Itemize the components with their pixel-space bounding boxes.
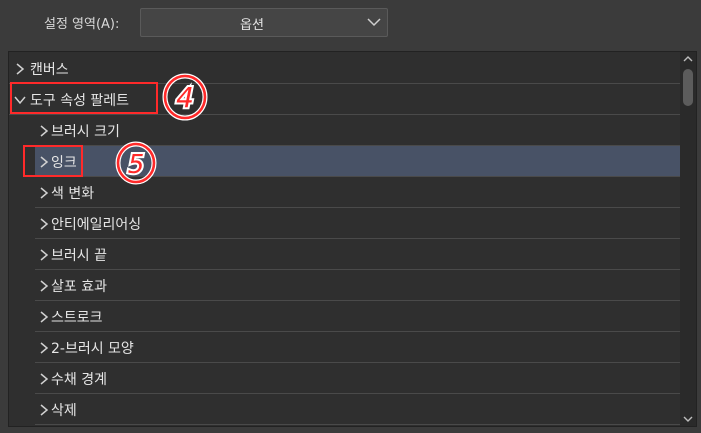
annotation-number-5: 5 5	[115, 141, 157, 185]
annotation-box-ink	[23, 145, 83, 177]
tree-item[interactable]: 스트로크	[35, 301, 681, 332]
svg-text:5: 5	[128, 150, 145, 180]
chevron-right-icon[interactable]	[38, 249, 50, 261]
vertical-scrollbar[interactable]	[680, 52, 696, 426]
setting-area-select[interactable]: 옵션	[140, 8, 388, 37]
tree-item[interactable]: 살포 효과	[35, 270, 681, 301]
chevron-right-icon[interactable]	[38, 125, 50, 137]
tree-item-label: 브러시 크기	[51, 124, 120, 140]
annotation-box-tool-property-palette	[10, 82, 158, 114]
chevron-right-icon[interactable]	[38, 280, 50, 292]
tree-item[interactable]: 안티에일리어싱	[35, 208, 681, 239]
chevron-right-icon[interactable]	[38, 404, 50, 416]
chevron-right-icon[interactable]	[38, 311, 50, 323]
tree-item-label: 수채 경계	[51, 372, 107, 388]
tree-item-label: 스트로크	[51, 310, 103, 326]
svg-text:4: 4	[176, 81, 194, 114]
tree-item-label: 브러시 끝	[51, 248, 107, 264]
scroll-down-icon[interactable]	[682, 414, 694, 424]
tree-item[interactable]: 브러시 끝	[35, 239, 681, 270]
chevron-right-icon[interactable]	[38, 342, 50, 354]
tree-item[interactable]: 캔버스	[9, 53, 681, 84]
chevron-down-icon	[367, 18, 381, 27]
settings-header: 설정 영역(A): 옵션	[0, 0, 701, 46]
annotation-number-4: 4 4	[162, 73, 208, 121]
scrollbar-thumb[interactable]	[683, 69, 693, 106]
scroll-up-icon[interactable]	[682, 54, 694, 64]
tree-item[interactable]: 2-브러시 모양	[35, 332, 681, 363]
tree-item-label: 색 변화	[51, 186, 95, 202]
tree-item[interactable]: 수채 경계	[35, 363, 681, 394]
chevron-right-icon[interactable]	[38, 373, 50, 385]
setting-area-label: 설정 영역(A):	[44, 17, 120, 32]
tree-item-label: 안티에일리어싱	[51, 217, 142, 233]
tree-item-label: 삭제	[51, 403, 77, 419]
tree-item-label: 살포 효과	[51, 279, 107, 295]
tree-item[interactable]: 삭제	[35, 394, 681, 425]
setting-area-value: 옵션	[240, 18, 264, 33]
tree-item-label: 캔버스	[30, 62, 69, 78]
chevron-right-icon[interactable]	[14, 63, 26, 75]
chevron-right-icon[interactable]	[38, 218, 50, 230]
tree-item-label: 2-브러시 모양	[51, 341, 134, 357]
chevron-right-icon[interactable]	[38, 187, 50, 199]
